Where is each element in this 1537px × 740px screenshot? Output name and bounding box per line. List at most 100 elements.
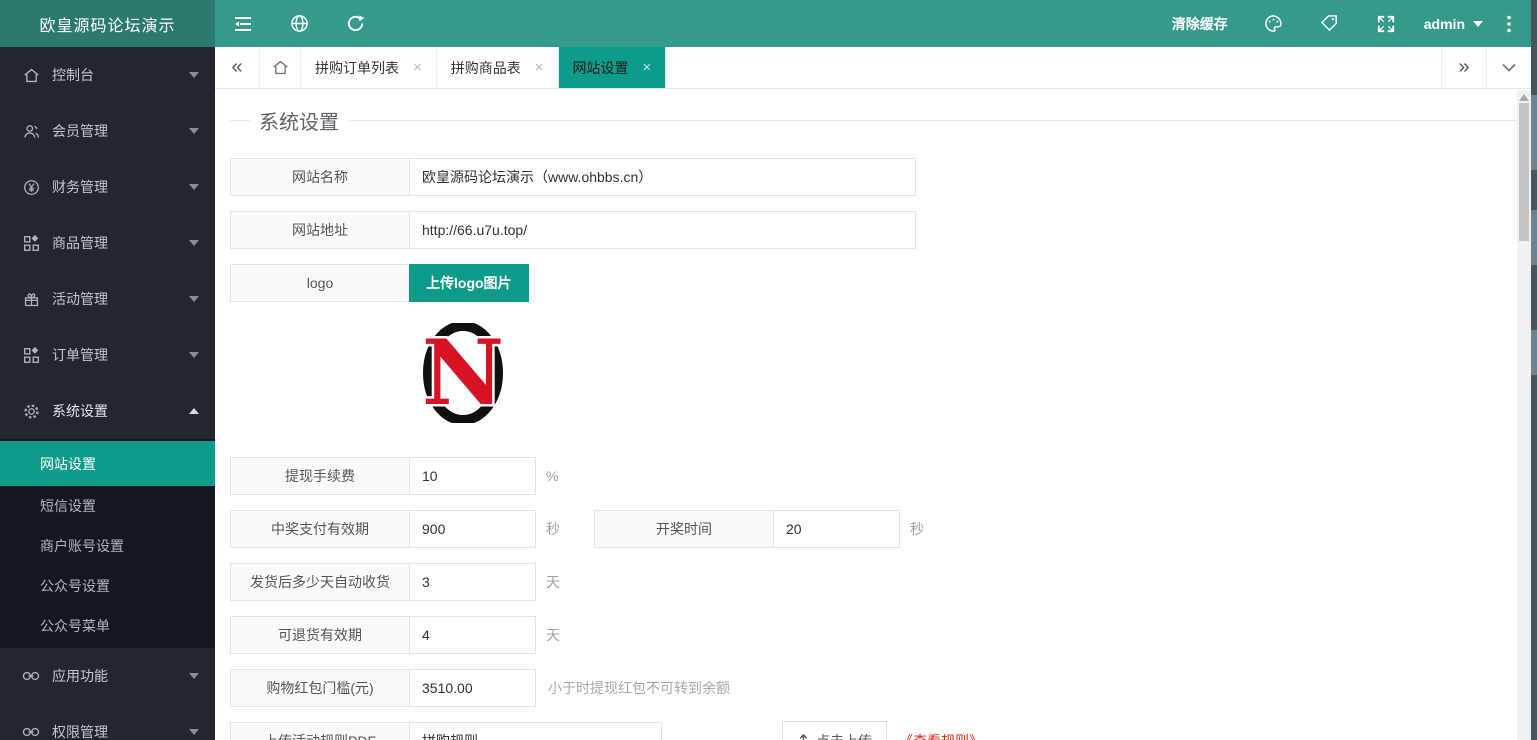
chevron-up-icon	[189, 408, 199, 414]
chevron-down-icon	[189, 296, 199, 302]
components-icon	[22, 346, 40, 364]
link-icon	[22, 667, 40, 685]
brand-title: 欧皇源码论坛演示	[0, 0, 215, 47]
sidebar-item-finance[interactable]: 财务管理	[0, 159, 215, 215]
site-logo-image: N	[413, 323, 513, 423]
theme-button[interactable]	[1246, 0, 1302, 47]
gear-icon	[22, 402, 40, 420]
username: admin	[1423, 15, 1465, 32]
page-title: 系统设置	[259, 111, 339, 134]
sidebar-item-activities[interactable]: 活动管理	[0, 271, 215, 327]
sidebar-subitem-official-account[interactable]: 公众号设置	[0, 566, 215, 606]
chevron-down-icon	[189, 240, 199, 246]
tag-icon	[1321, 15, 1338, 32]
user-menu[interactable]: admin	[1424, 16, 1483, 32]
top-header: 欧皇源码论坛演示 清除缓存 admin	[0, 0, 1531, 47]
site-url-input[interactable]	[409, 211, 916, 249]
field-site-name: 网站名称	[230, 158, 1517, 196]
sidebar-item-label: 会员管理	[52, 123, 108, 139]
fullscreen-icon	[1377, 15, 1394, 32]
collapse-menu-icon	[235, 16, 251, 31]
tabs-menu-button[interactable]	[1486, 47, 1531, 88]
unit-label: 秒	[910, 521, 924, 537]
components-icon	[22, 234, 40, 252]
refresh-icon	[347, 15, 365, 32]
scrollbar-thumb[interactable]	[1519, 103, 1529, 241]
upload-button-label: 点击上传	[816, 731, 872, 740]
tab-group-goods-table[interactable]: 拼购商品表 ×	[437, 47, 559, 88]
scroll-up-arrow-icon[interactable]	[1519, 94, 1529, 101]
system-settings-submenu: 网站设置 短信设置 商户账号设置 公众号设置 公众号菜单	[0, 439, 215, 648]
field-withdraw-fee: 提现手续费 %	[230, 457, 1517, 495]
tab-site-settings[interactable]: 网站设置 ×	[558, 47, 667, 88]
sidebar-item-label: 订单管理	[52, 347, 108, 363]
unit-label: 天	[546, 627, 560, 643]
clear-cache-button[interactable]: 清除缓存	[1172, 14, 1228, 34]
chevron-down-icon	[189, 128, 199, 134]
sidebar-item-label: 控制台	[52, 67, 94, 83]
field-auto-receive-days: 发货后多少天自动收货 天	[230, 563, 1517, 601]
tabs-scroll-right-button[interactable]: »	[1441, 47, 1486, 88]
window-scrollbar-strip[interactable]	[1531, 0, 1537, 740]
close-icon[interactable]: ×	[643, 59, 652, 76]
sidebar-subitem-sms-settings[interactable]: 短信设置	[0, 486, 215, 526]
sidebar-item-system-settings[interactable]: 系统设置	[0, 383, 215, 439]
sidebar-item-goods[interactable]: 商品管理	[0, 215, 215, 271]
unit-label: %	[546, 468, 559, 484]
tab-bar: « 拼购订单列表 × 拼购商品表 × 网站设置 × »	[215, 47, 1531, 89]
refresh-button[interactable]	[327, 0, 383, 47]
close-icon[interactable]: ×	[535, 59, 544, 76]
sidebar-item-orders[interactable]: 订单管理	[0, 327, 215, 383]
return-validity-input[interactable]	[409, 616, 536, 654]
gift-icon	[22, 290, 40, 308]
field-label: 网站名称	[230, 158, 410, 196]
field-label: logo	[230, 264, 410, 302]
site-settings-panel: 系统设置 网站名称 网站地址 logo 上传logo图片 N 提现手续费 % 中…	[215, 90, 1517, 740]
win-pay-validity-input[interactable]	[409, 510, 536, 548]
unit-label: 天	[546, 574, 560, 590]
content-scrollbar[interactable]	[1517, 90, 1531, 740]
upload-rules-button[interactable]: 点击上传	[782, 721, 887, 740]
sidebar-subitem-official-menu[interactable]: 公众号菜单	[0, 606, 215, 646]
field-draw-time: 开奖时间 秒	[594, 510, 924, 548]
auto-receive-days-input[interactable]	[409, 563, 536, 601]
home-icon	[272, 60, 288, 75]
field-rules-pdf: 上传活动规则PDF 点击上传 《查看规则》	[230, 721, 1517, 740]
link-icon	[22, 723, 40, 740]
chevron-down-icon	[189, 673, 199, 679]
sidebar-item-label: 商品管理	[52, 235, 108, 251]
collapse-sidebar-button[interactable]	[215, 0, 271, 47]
language-button[interactable]	[271, 0, 327, 47]
sidebar-subitem-site-settings[interactable]: 网站设置	[0, 441, 215, 486]
tabs-scroll-left-button[interactable]: «	[215, 47, 260, 88]
upload-logo-button[interactable]: 上传logo图片	[409, 264, 529, 302]
redpacket-threshold-input[interactable]	[409, 669, 536, 707]
users-icon	[22, 122, 40, 140]
field-redpacket-threshold: 购物红包门槛(元) 小于时提现红包不可转到余额	[230, 669, 1517, 707]
tag-button[interactable]	[1302, 0, 1358, 47]
sidebar-item-label: 活动管理	[52, 291, 108, 307]
chevron-down-icon	[189, 184, 199, 190]
draw-time-input[interactable]	[773, 510, 900, 548]
home-tab-button[interactable]	[260, 47, 301, 88]
tab-group-order-list[interactable]: 拼购订单列表 ×	[301, 47, 437, 88]
field-return-validity: 可退货有效期 天	[230, 616, 1517, 654]
tab-label: 网站设置	[572, 59, 629, 76]
sidebar-item-permissions[interactable]: 权限管理	[0, 704, 215, 740]
field-label: 购物红包门槛(元)	[230, 669, 410, 707]
sidebar-item-app-functions[interactable]: 应用功能	[0, 648, 215, 704]
field-label: 开奖时间	[594, 510, 774, 548]
fullscreen-button[interactable]	[1358, 0, 1414, 47]
withdraw-fee-input[interactable]	[409, 457, 536, 495]
sidebar-subitem-merchant-account[interactable]: 商户账号设置	[0, 526, 215, 566]
field-label: 中奖支付有效期	[230, 510, 410, 548]
close-icon[interactable]: ×	[413, 59, 422, 76]
site-name-input[interactable]	[409, 158, 916, 196]
more-menu-button[interactable]	[1487, 0, 1531, 47]
sidebar-item-console[interactable]: 控制台	[0, 47, 215, 103]
field-label: 网站地址	[230, 211, 410, 249]
more-vertical-icon	[1507, 15, 1511, 32]
view-rules-link[interactable]: 《查看规则》	[899, 731, 983, 740]
sidebar-item-members[interactable]: 会员管理	[0, 103, 215, 159]
rules-pdf-input[interactable]	[409, 722, 662, 740]
